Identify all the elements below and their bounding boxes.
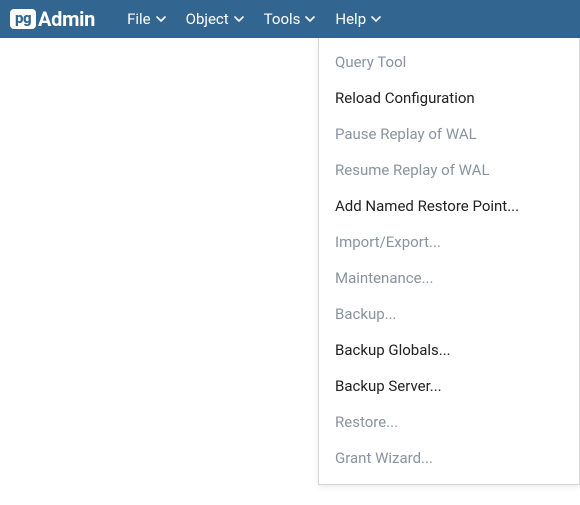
chevron-down-icon <box>305 16 315 22</box>
menu-label: Object <box>186 10 229 28</box>
dropdown-item-pause-replay-wal[interactable]: Pause Replay of WAL <box>319 116 579 152</box>
chevron-down-icon <box>234 16 244 22</box>
menu-help[interactable]: Help <box>325 0 391 38</box>
dropdown-item-reload-configuration[interactable]: Reload Configuration <box>319 80 579 116</box>
dropdown-item-backup-server[interactable]: Backup Server... <box>319 368 579 404</box>
dropdown-item-add-named-restore-point[interactable]: Add Named Restore Point... <box>319 188 579 224</box>
dropdown-item-backup-globals[interactable]: Backup Globals... <box>319 332 579 368</box>
menu-object[interactable]: Object <box>176 0 254 38</box>
dropdown-item-restore[interactable]: Restore... <box>319 404 579 440</box>
logo-badge: pg <box>10 9 36 29</box>
menu-label: Help <box>335 10 366 28</box>
menu-label: Tools <box>264 10 301 28</box>
logo-text: Admin <box>38 7 95 31</box>
menu-items: File Object Tools Help <box>117 0 391 38</box>
dropdown-item-maintenance[interactable]: Maintenance... <box>319 260 579 296</box>
menu-file[interactable]: File <box>117 0 176 38</box>
dropdown-item-backup[interactable]: Backup... <box>319 296 579 332</box>
chevron-down-icon <box>156 16 166 22</box>
dropdown-item-grant-wizard[interactable]: Grant Wizard... <box>319 440 579 476</box>
chevron-down-icon <box>371 16 381 22</box>
dropdown-item-query-tool[interactable]: Query Tool <box>319 44 579 80</box>
dropdown-item-import-export[interactable]: Import/Export... <box>319 224 579 260</box>
menu-tools[interactable]: Tools <box>254 0 326 38</box>
app-logo: pg Admin <box>10 7 95 31</box>
menubar: pg Admin File Object Tools Help <box>0 0 580 38</box>
menu-label: File <box>127 10 151 28</box>
dropdown-item-resume-replay-wal[interactable]: Resume Replay of WAL <box>319 152 579 188</box>
tools-dropdown: Query Tool Reload Configuration Pause Re… <box>318 38 580 485</box>
